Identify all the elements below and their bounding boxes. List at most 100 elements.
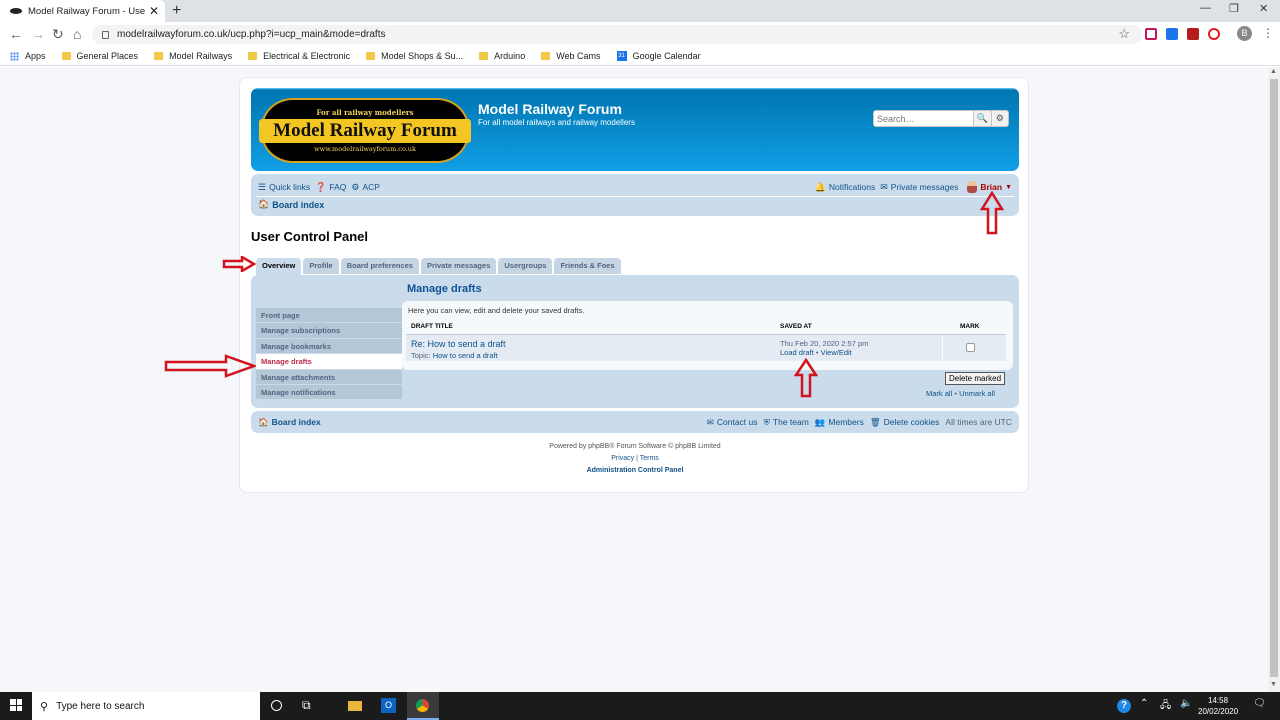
home-icon[interactable]: ⌂ bbox=[73, 26, 81, 42]
unmark-all-link[interactable]: Unmark all bbox=[959, 389, 995, 398]
extension-flag-icon[interactable] bbox=[1187, 28, 1199, 40]
delete-marked-button[interactable]: Delete marked bbox=[945, 372, 1006, 385]
search-icon[interactable]: 🔍 bbox=[973, 111, 991, 126]
bookmark-arduino[interactable]: Arduino bbox=[479, 51, 525, 61]
address-bar[interactable]: modelrailwayforum.co.uk/ucp.php?i=ucp_ma… bbox=[92, 25, 1142, 44]
page-scrollbar[interactable]: ▲ ▼ bbox=[1268, 67, 1280, 692]
administration-control-panel-link[interactable]: Administration Control Panel bbox=[587, 467, 684, 474]
cortana-icon[interactable] bbox=[271, 700, 282, 711]
bell-icon: 🔔 bbox=[814, 181, 826, 192]
menu-bars-icon: ☰ bbox=[258, 181, 267, 192]
browser-tab[interactable]: Model Railway Forum - User Con ✕ bbox=[0, 0, 165, 22]
tab-friends-foes[interactable]: Friends & Foes bbox=[554, 258, 621, 274]
quick-links-button[interactable]: ☰ Quick links bbox=[258, 182, 310, 193]
extension-pocket-icon[interactable] bbox=[1145, 28, 1157, 40]
new-tab-icon[interactable]: + bbox=[172, 2, 181, 20]
site-name: Model Railway Forum bbox=[478, 101, 622, 117]
scroll-up-icon[interactable]: ▲ bbox=[1270, 68, 1277, 75]
profile-avatar[interactable]: B bbox=[1237, 26, 1252, 41]
breadcrumb-board-index[interactable]: 🏠 Board index bbox=[258, 199, 324, 210]
network-icon[interactable]: 🖧 bbox=[1160, 698, 1171, 715]
trash-icon: 🗑 bbox=[869, 416, 881, 427]
task-view-icon[interactable]: ⧉ bbox=[302, 698, 311, 713]
browser-tabstrip: Model Railway Forum - User Con ✕ + — ❐ ✕ bbox=[0, 0, 1280, 22]
menu-item-manage-notifications[interactable]: Manage notifications bbox=[256, 384, 402, 401]
taskbar-search[interactable]: ⚲ Type here to search bbox=[32, 692, 260, 720]
tray-chevron-icon[interactable]: ⌃ bbox=[1140, 698, 1148, 709]
chrome-taskbar-icon[interactable] bbox=[407, 692, 439, 720]
delete-cookies-link[interactable]: 🗑 Delete cookies bbox=[870, 417, 940, 428]
bookmark-apps[interactable]: Apps bbox=[10, 51, 46, 61]
extension-opera-icon[interactable] bbox=[1208, 28, 1220, 40]
site-logo[interactable]: For all railway modellers Model Railway … bbox=[259, 98, 471, 163]
scrollbar-thumb[interactable] bbox=[1270, 79, 1278, 677]
footer-board-index-link[interactable]: 🏠 Board index bbox=[258, 417, 321, 428]
menu-item-manage-attachments[interactable]: Manage attachments bbox=[256, 369, 402, 385]
inbox-icon: ✉ bbox=[880, 181, 888, 192]
action-center-icon[interactable]: 🗨 bbox=[1253, 698, 1266, 709]
browser-menu-icon[interactable]: ⋮ bbox=[1262, 26, 1274, 40]
search-icon: ⚲ bbox=[40, 700, 49, 713]
tab-overview[interactable]: Overview bbox=[256, 258, 302, 276]
menu-item-manage-subscriptions[interactable]: Manage subscriptions bbox=[256, 323, 402, 339]
legal-links: Privacy | Terms bbox=[611, 455, 659, 462]
view-edit-link[interactable]: View/Edit bbox=[821, 348, 852, 357]
ucp-tabs: Overview Profile Board preferences Priva… bbox=[256, 258, 623, 276]
restore-icon[interactable]: ❐ bbox=[1229, 2, 1239, 15]
draft-title-link[interactable]: Re: How to send a draft bbox=[411, 339, 506, 349]
draft-saved-at: Thu Feb 20, 2020 2:57 pm bbox=[780, 339, 869, 348]
red-arrow-up-user bbox=[980, 191, 1004, 235]
menu-item-manage-drafts[interactable]: Manage drafts bbox=[256, 354, 402, 370]
bookmark-model-shops[interactable]: Model Shops & Su... bbox=[366, 51, 463, 61]
contact-us-link[interactable]: ✉ Contact us bbox=[707, 417, 758, 428]
tab-usergroups[interactable]: Usergroups bbox=[498, 258, 553, 274]
question-circle-icon: ❓ bbox=[315, 181, 327, 192]
menu-item-manage-bookmarks[interactable]: Manage bookmarks bbox=[256, 338, 402, 355]
members-link[interactable]: 👥 Members bbox=[815, 417, 864, 428]
menu-item-front-page[interactable]: Front page bbox=[256, 308, 402, 324]
notifications-link[interactable]: 🔔 Notifications bbox=[815, 182, 876, 193]
folder-icon bbox=[248, 52, 258, 60]
bookmark-star-icon[interactable]: ☆ bbox=[1118, 26, 1130, 42]
page-viewport: For all railway modellers Model Railway … bbox=[0, 67, 1268, 692]
draft-topic-link[interactable]: How to send a draft bbox=[433, 351, 498, 360]
powered-by: Powered by phpBB® Forum Software © phpBB… bbox=[549, 443, 721, 450]
bookmark-model-railways[interactable]: Model Railways bbox=[154, 51, 232, 61]
the-team-link[interactable]: ⛨ The team bbox=[764, 417, 809, 428]
taskbar-clock[interactable]: 14:58 20/02/2020 bbox=[1198, 695, 1238, 717]
tab-board-preferences[interactable]: Board preferences bbox=[340, 258, 419, 274]
reload-icon[interactable]: ↻ bbox=[52, 26, 64, 42]
windows-start-icon[interactable] bbox=[10, 699, 22, 711]
acp-footer: Administration Control Panel bbox=[240, 467, 1030, 474]
red-arrow-up-load-draft bbox=[794, 358, 818, 398]
close-window-icon[interactable]: ✕ bbox=[1259, 2, 1268, 15]
bookmark-google-calendar[interactable]: 31 Google Calendar bbox=[616, 51, 701, 61]
bookmark-general-places[interactable]: General Places bbox=[61, 51, 138, 61]
acp-link[interactable]: ⚙ ACP bbox=[351, 182, 380, 193]
volume-icon[interactable]: 🔈 bbox=[1180, 698, 1192, 709]
mark-all-link[interactable]: Mark all bbox=[926, 389, 952, 398]
column-saved-at: Saved at bbox=[780, 323, 812, 330]
search-input[interactable] bbox=[874, 111, 973, 126]
terms-link[interactable]: Terms bbox=[640, 455, 659, 462]
help-icon[interactable]: ? bbox=[1117, 699, 1131, 713]
tab-profile[interactable]: Profile bbox=[303, 258, 339, 274]
extension-blue-icon[interactable] bbox=[1166, 28, 1178, 40]
forward-icon[interactable]: → bbox=[31, 26, 45, 42]
privacy-link[interactable]: Privacy bbox=[611, 455, 634, 462]
tab-private-messages[interactable]: Private messages bbox=[420, 258, 497, 274]
lock-icon bbox=[102, 30, 109, 39]
back-icon[interactable]: ← bbox=[9, 26, 23, 42]
minimize-icon[interactable]: — bbox=[1200, 2, 1211, 14]
close-tab-icon[interactable]: ✕ bbox=[149, 4, 159, 18]
file-explorer-icon[interactable] bbox=[348, 701, 362, 711]
bookmark-electrical[interactable]: Electrical & Electronic bbox=[248, 51, 350, 61]
load-draft-link[interactable]: Load draft bbox=[780, 348, 814, 357]
scroll-down-icon[interactable]: ▼ bbox=[1270, 681, 1277, 688]
bookmark-web-cams[interactable]: Web Cams bbox=[541, 51, 601, 61]
mark-checkbox[interactable] bbox=[966, 343, 975, 352]
faq-link[interactable]: ❓ FAQ bbox=[315, 182, 346, 193]
outlook-icon[interactable]: O bbox=[381, 698, 396, 713]
advanced-search-gear-icon[interactable]: ⚙ bbox=[990, 111, 1008, 126]
private-messages-link[interactable]: ✉ Private messages bbox=[880, 182, 958, 193]
